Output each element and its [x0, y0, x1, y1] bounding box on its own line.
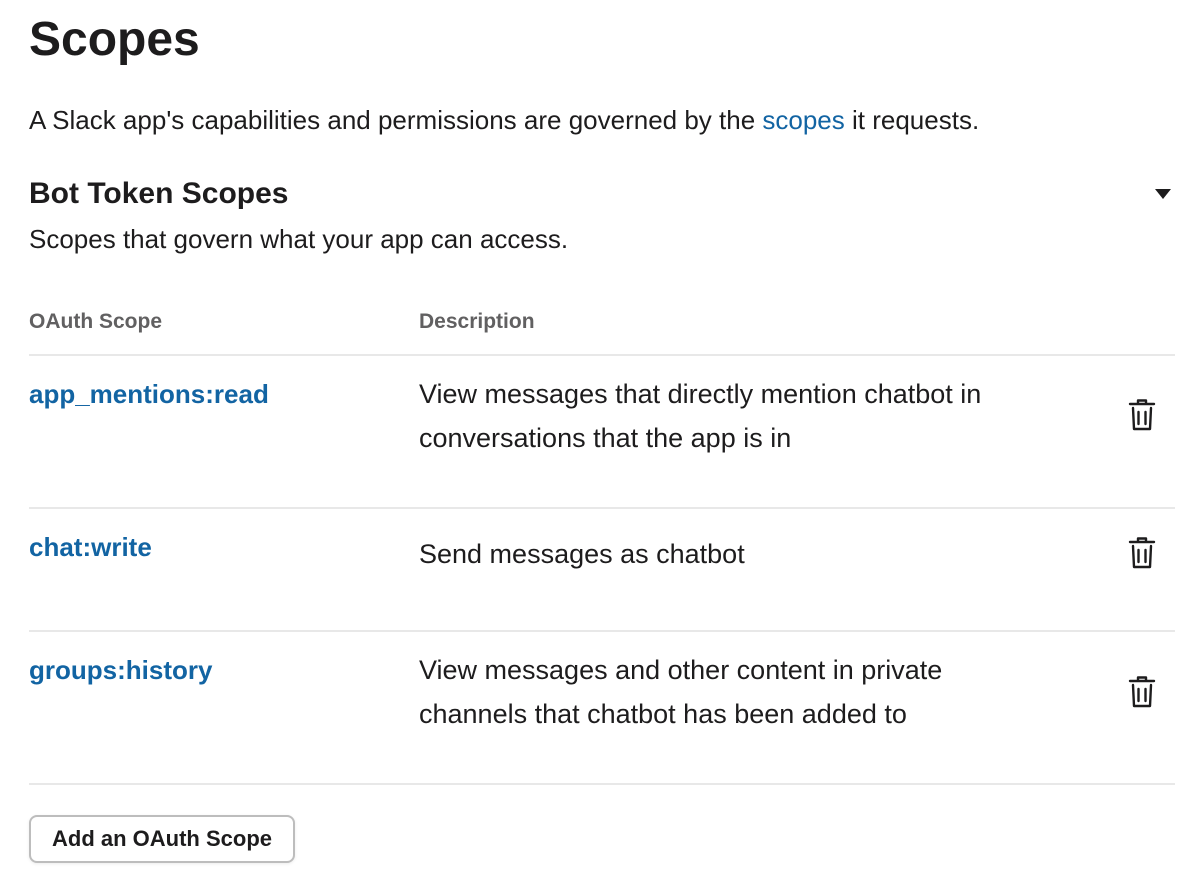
table-divider [29, 354, 1175, 356]
table-divider [29, 630, 1175, 632]
table-divider [29, 507, 1175, 509]
column-header-description: Description [419, 310, 535, 333]
caret-down-icon[interactable] [1151, 182, 1175, 206]
column-header-scope: OAuth Scope [29, 310, 163, 333]
table-divider [29, 783, 1175, 785]
add-oauth-scope-button[interactable]: Add an OAuth Scope [29, 815, 295, 863]
trash-icon[interactable] [1127, 398, 1157, 432]
trash-icon[interactable] [1127, 675, 1157, 709]
intro-text-start: A Slack app's capabilities and permissio… [29, 105, 763, 135]
scope-name[interactable]: groups:history [29, 653, 212, 687]
scopes-link[interactable]: scopes [762, 105, 844, 135]
scope-name[interactable]: app_mentions:read [29, 377, 269, 411]
intro-text-end: it requests. [844, 105, 980, 135]
scope-description: View messages and other content in priva… [419, 655, 943, 729]
section-subtitle: Scopes that govern what your app can acc… [29, 224, 569, 254]
scope-description: View messages that directly mention chat… [419, 379, 982, 453]
scope-description: Send messages as chatbot [419, 539, 745, 569]
scope-name[interactable]: chat:write [29, 530, 152, 564]
page-title: Scopes [29, 13, 200, 66]
intro-text: A Slack app's capabilities and permissio… [29, 102, 979, 138]
trash-icon[interactable] [1127, 536, 1157, 570]
section-title: Bot Token Scopes [29, 177, 289, 210]
